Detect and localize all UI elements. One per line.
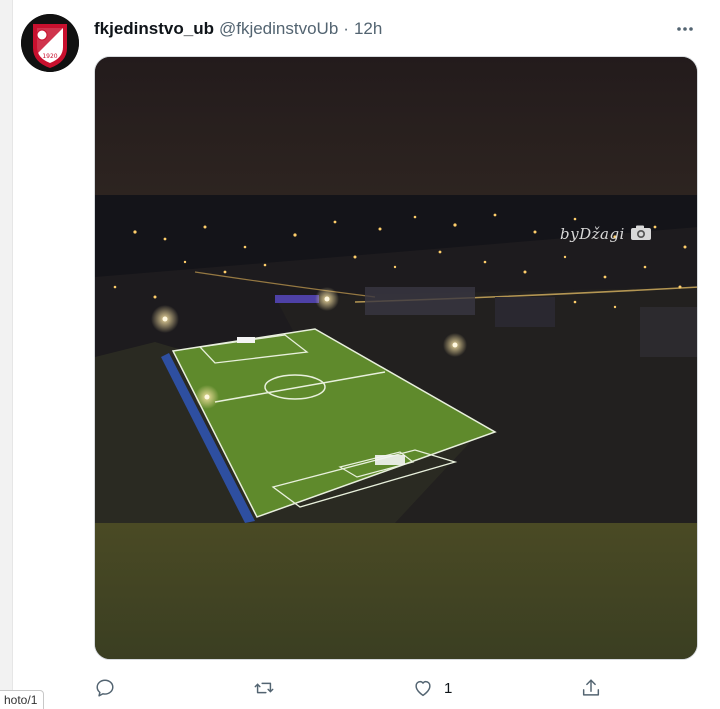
club-crest-icon: 1920 — [21, 14, 79, 72]
photo-watermark: byDžagi — [560, 225, 625, 243]
like-button[interactable]: 1 — [412, 674, 452, 702]
user-handle[interactable]: @fkjedinstvoUb — [219, 19, 338, 39]
more-icon — [677, 27, 693, 31]
left-rail — [0, 0, 13, 709]
tweet-time[interactable]: 12h — [354, 19, 382, 39]
camera-icon — [631, 225, 651, 240]
stadium-photo — [95, 57, 697, 659]
like-count: 1 — [444, 679, 453, 697]
reply-icon — [96, 679, 114, 697]
reply-button[interactable] — [94, 674, 126, 702]
more-options-button[interactable] — [672, 16, 698, 42]
browser-status-url: hoto/1 — [0, 690, 45, 709]
share-button[interactable] — [580, 674, 612, 702]
avatar[interactable]: 1920 — [21, 14, 79, 72]
tweet-header: fkjedinstvo_ub @fkjedinstvoUb · 12h — [94, 17, 382, 41]
tweet-actions: 1 — [94, 674, 698, 702]
share-icon — [582, 679, 600, 696]
avatar-year: 1920 — [42, 53, 57, 60]
retweet-button[interactable] — [252, 674, 286, 702]
tweet-page: 1920 fkjedinstvo_ub @fkjedinstvoUb · 12h — [0, 0, 720, 709]
tweet-media[interactable]: byDžagi — [94, 56, 698, 660]
retweet-icon — [254, 682, 274, 694]
display-name[interactable]: fkjedinstvo_ub — [94, 19, 214, 39]
heart-icon — [415, 680, 431, 697]
separator-dot: · — [343, 19, 349, 38]
